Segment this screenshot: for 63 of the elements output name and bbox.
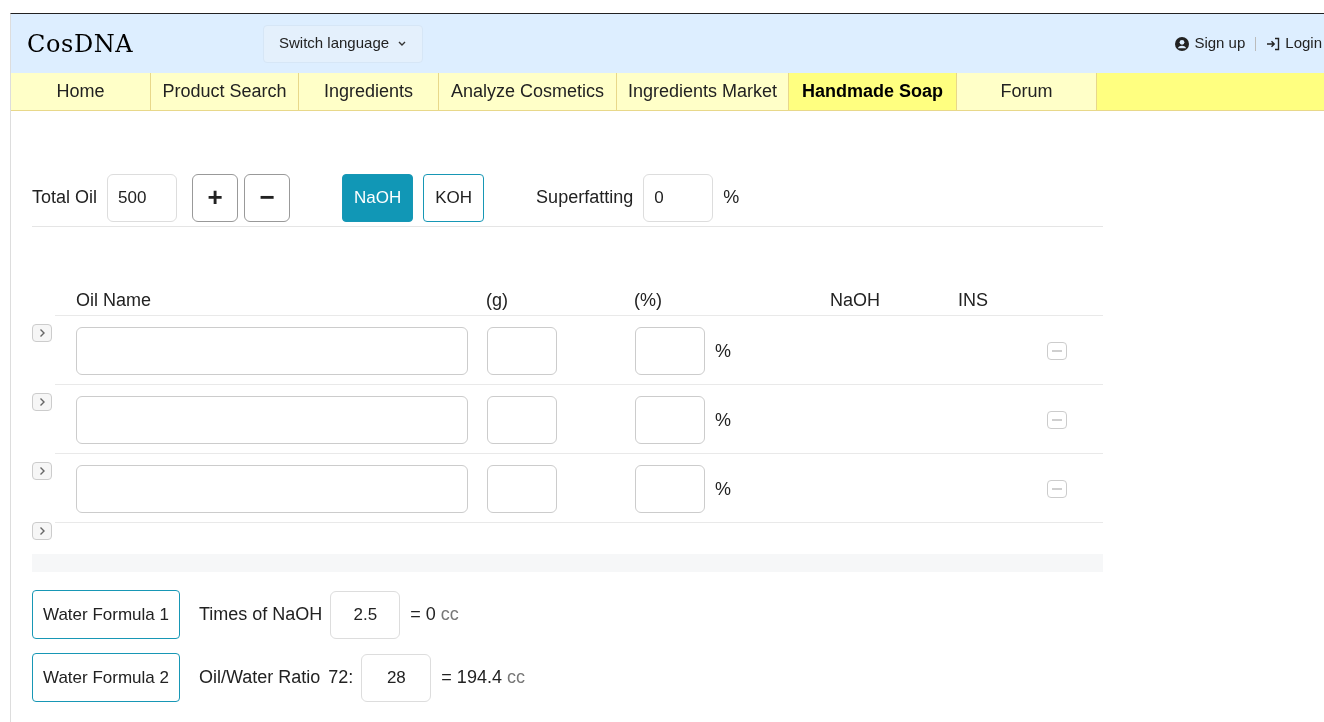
expand-toggle[interactable] xyxy=(32,522,52,540)
expand-toggle[interactable] xyxy=(32,393,52,411)
nav-tab[interactable]: Ingredients xyxy=(299,73,439,110)
percent-field[interactable] xyxy=(635,396,705,444)
column-header: INS xyxy=(958,289,988,310)
chevron-right-icon xyxy=(38,328,46,338)
decrease-button[interactable]: − xyxy=(244,173,291,222)
ratio-prefix: 72: xyxy=(328,666,354,689)
weight-field[interactable] xyxy=(487,396,557,444)
login-icon xyxy=(1266,36,1281,51)
weight-field[interactable] xyxy=(487,465,557,513)
increase-button[interactable]: + xyxy=(192,173,239,222)
chevron-down-icon xyxy=(397,40,408,47)
nav-tab[interactable]: Ingredients Market xyxy=(617,73,789,110)
nav-tab[interactable]: Home xyxy=(11,73,151,110)
minus-icon xyxy=(1052,419,1062,421)
logo[interactable]: CosDNA xyxy=(27,25,134,62)
nav-tab[interactable]: Analyze Cosmetics xyxy=(439,73,617,110)
field-label: Superfatting xyxy=(536,186,634,209)
minus-icon xyxy=(1052,350,1062,352)
user-icon xyxy=(1175,36,1190,51)
oil-name-field[interactable] xyxy=(76,327,468,375)
unit-label: % xyxy=(715,408,731,432)
nav-tab[interactable]: Forum xyxy=(957,73,1097,110)
unit-label: cc xyxy=(506,666,525,689)
oil-name-field[interactable] xyxy=(76,396,468,444)
field-label: Times of NaOH xyxy=(198,603,323,626)
column-header: (g) xyxy=(486,289,508,310)
column-header: (%) xyxy=(634,289,662,310)
result-value: = 0 xyxy=(410,603,436,626)
unit-label: cc xyxy=(440,603,459,626)
percent-field[interactable] xyxy=(635,465,705,513)
superfatting-field[interactable]: 0 xyxy=(643,173,714,222)
remove-row-button[interactable] xyxy=(1047,342,1067,360)
weight-field[interactable] xyxy=(487,327,557,375)
unit-label: % xyxy=(715,477,731,501)
field-label: Oil/Water Ratio xyxy=(198,666,321,689)
field-label: Total Oil xyxy=(32,186,98,209)
minus-icon xyxy=(1052,488,1062,490)
water-formula-button[interactable]: Water Formula 2 xyxy=(32,653,180,702)
water-value-field[interactable]: 2.5 xyxy=(330,590,401,639)
column-header: NaOH xyxy=(830,289,880,310)
oil-name-field[interactable] xyxy=(76,465,468,513)
result-value: = 194.4 xyxy=(441,666,502,689)
total-oil-field[interactable]: 500 xyxy=(107,173,178,222)
language-button[interactable]: Switch language xyxy=(263,24,424,63)
chevron-right-icon xyxy=(38,397,46,407)
sign-up-link[interactable]: Sign up xyxy=(1175,32,1246,55)
water-formula-button[interactable]: Water Formula 1 xyxy=(32,590,180,639)
chevron-right-icon xyxy=(38,526,46,536)
water-value-field[interactable]: 28 xyxy=(361,653,432,702)
nav-tab[interactable]: Product Search xyxy=(151,73,299,110)
unit-label: % xyxy=(715,339,731,363)
expand-toggle[interactable] xyxy=(32,462,52,480)
login-link[interactable]: Login xyxy=(1266,32,1322,55)
remove-row-button[interactable] xyxy=(1047,411,1067,429)
column-header: Oil Name xyxy=(76,289,151,310)
unit-label: % xyxy=(723,186,740,209)
percent-field[interactable] xyxy=(635,327,705,375)
chevron-right-icon xyxy=(38,466,46,476)
alkali-toggle[interactable]: KOH xyxy=(423,173,485,222)
remove-row-button[interactable] xyxy=(1047,480,1067,498)
expand-toggle[interactable] xyxy=(32,324,52,342)
